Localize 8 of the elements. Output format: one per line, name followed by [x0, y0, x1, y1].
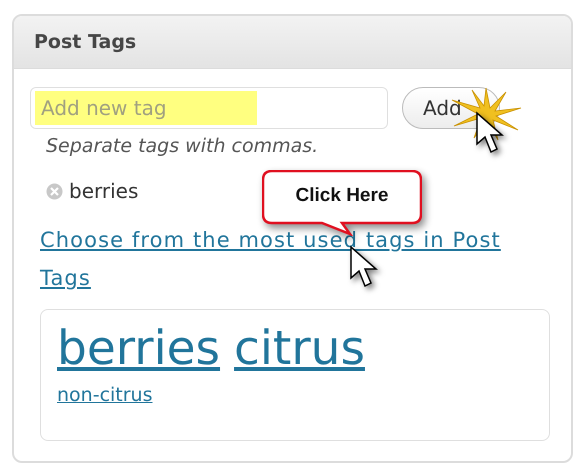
remove-icon[interactable]: [46, 182, 63, 200]
tag-input-field[interactable]: Add new tag: [30, 87, 388, 129]
panel-title: Post Tags: [34, 31, 136, 53]
cloud-tag[interactable]: non-citrus: [57, 380, 549, 410]
hint-text: Separate tags with commas.: [46, 135, 320, 157]
cloud-tag[interactable]: citrus: [234, 318, 365, 380]
tag-label: berries: [69, 179, 138, 203]
cloud-tag[interactable]: berries: [57, 318, 220, 380]
